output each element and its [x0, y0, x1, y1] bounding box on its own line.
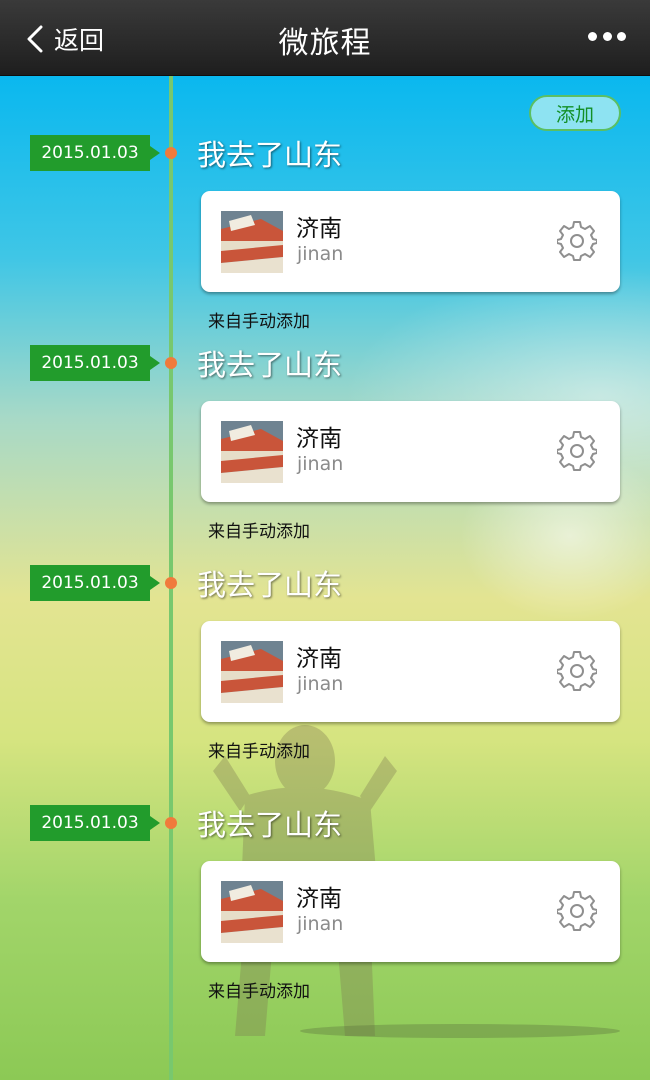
place-thumbnail	[221, 641, 283, 703]
timeline-entry: 2015.01.03 我去了山东 济南 jinan 来自手动添加	[0, 135, 650, 335]
entry-source: 来自手动添加	[208, 742, 310, 762]
place-pinyin: jinan	[297, 913, 344, 935]
entry-title: 我去了山东	[197, 568, 343, 602]
add-button[interactable]: 添加	[529, 95, 621, 131]
timeline-entry: 2015.01.03 我去了山东 济南 jinan 来自手动添加	[0, 565, 650, 765]
timeline-entry: 2015.01.03 我去了山东 济南 jinan 来自手动添加	[0, 805, 650, 1005]
more-dot	[617, 31, 626, 41]
page-title: 微旅程	[278, 26, 372, 61]
timeline-dot	[165, 817, 177, 829]
place-pinyin: jinan	[297, 453, 344, 475]
more-dot	[602, 31, 612, 41]
gear-icon[interactable]	[557, 221, 597, 261]
gear-icon[interactable]	[557, 891, 597, 931]
place-thumbnail	[221, 421, 283, 483]
entry-source: 来自手动添加	[208, 522, 310, 542]
date-tag: 2015.01.03	[30, 805, 160, 841]
gear-icon[interactable]	[557, 651, 597, 691]
timeline-dot	[165, 147, 177, 159]
timeline-dot	[165, 357, 177, 369]
entry-source: 来自手动添加	[208, 312, 310, 332]
place-thumbnail	[221, 881, 283, 943]
place-name: 济南	[296, 886, 342, 912]
date-tag: 2015.01.03	[30, 565, 160, 601]
entry-title: 我去了山东	[197, 808, 343, 842]
place-pinyin: jinan	[297, 673, 344, 695]
timeline-dot	[165, 577, 177, 589]
top-navigation-bar: 返回 微旅程	[0, 0, 650, 76]
gear-icon[interactable]	[557, 431, 597, 471]
entry-source: 来自手动添加	[208, 982, 310, 1002]
date-tag: 2015.01.03	[30, 135, 160, 171]
more-icon[interactable]	[588, 26, 626, 46]
place-pinyin: jinan	[297, 243, 344, 265]
place-card[interactable]: 济南 jinan	[201, 861, 620, 962]
place-card[interactable]: 济南 jinan	[201, 401, 620, 502]
background-shadow	[300, 1024, 620, 1038]
place-thumbnail	[221, 211, 283, 273]
place-card[interactable]: 济南 jinan	[201, 191, 620, 292]
more-dot	[588, 31, 597, 41]
place-card[interactable]: 济南 jinan	[201, 621, 620, 722]
timeline-entry: 2015.01.03 我去了山东 济南 jinan 来自手动添加	[0, 345, 650, 545]
place-name: 济南	[296, 646, 342, 672]
entry-title: 我去了山东	[197, 348, 343, 382]
date-tag: 2015.01.03	[30, 345, 160, 381]
place-name: 济南	[296, 216, 342, 242]
timeline-content[interactable]: 添加 2015.01.03 我去了山东 济南 jinan 来自手动添加 2015…	[0, 76, 650, 1080]
entry-title: 我去了山东	[197, 138, 343, 172]
place-name: 济南	[296, 426, 342, 452]
